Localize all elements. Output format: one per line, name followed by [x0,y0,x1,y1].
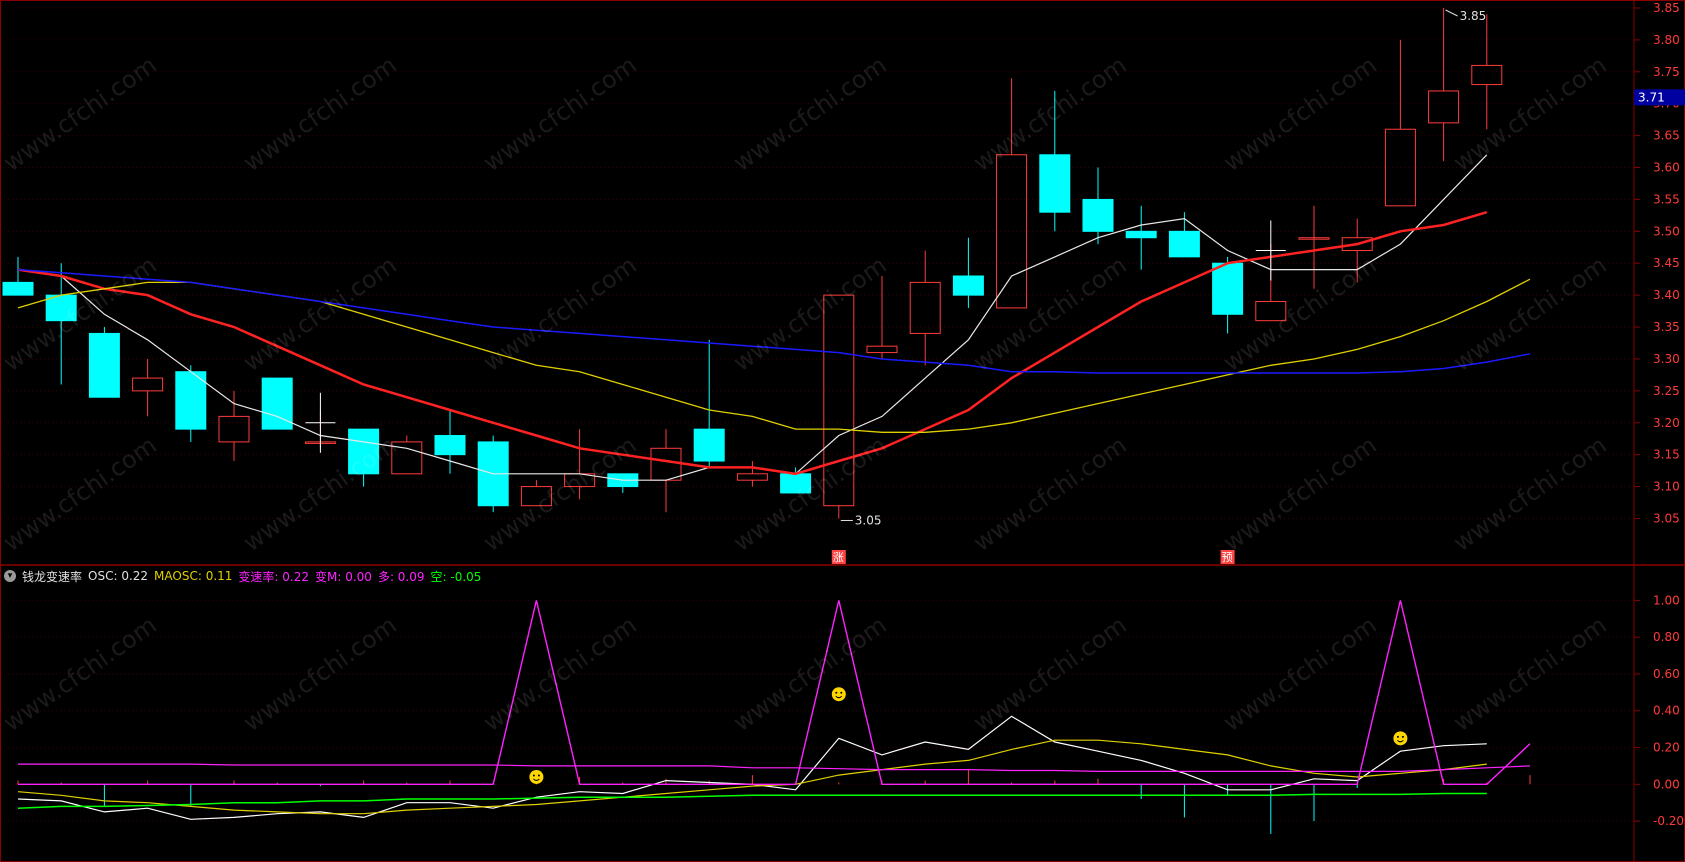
y-tick-label: 0.60 [1653,667,1680,681]
y-tick-label: 3.05 [1653,511,1680,525]
y-tick-label: 3.80 [1653,33,1680,47]
y-tick-label: 3.85 [1653,1,1680,15]
chevron-down-icon[interactable]: ▾ [4,570,16,582]
low-price-label: 3.05 [855,513,882,527]
y-tick-label: 3.20 [1653,416,1680,430]
smile-eye [835,691,838,694]
y-tick-label: 3.30 [1653,352,1680,366]
current-price-label: 3.71 [1638,90,1665,104]
y-tick-label: 1.00 [1653,593,1680,607]
y-tick-label: 3.15 [1653,448,1680,462]
candle-body [1082,198,1114,232]
signal-marker-label: 涨 [833,551,844,564]
candle-body [434,435,466,456]
y-tick-label: 0.20 [1653,741,1680,755]
y-tick-label: 0.80 [1653,630,1680,644]
smile-eye [1401,735,1404,738]
candle-body [2,281,34,296]
maosc-value: MAOSC: 0.11 [154,569,233,583]
high-price-label: 3.85 [1460,9,1487,23]
candle-body [1168,230,1200,258]
candle-body [1212,262,1244,315]
y-tick-label: -0.20 [1653,814,1684,828]
smile-icon [1393,731,1408,746]
smile-face [1393,731,1408,746]
y-tick-label: 3.50 [1653,224,1680,238]
bull-value: 多: 0.09 [377,569,425,584]
candle-body [175,371,207,430]
candle-body [780,473,812,494]
smile-face [831,687,846,702]
y-tick-label: 3.65 [1653,129,1680,143]
y-tick-label: 3.55 [1653,192,1680,206]
y-tick-label: 3.35 [1653,320,1680,334]
smile-icon [831,687,846,702]
smile-eye [537,774,540,777]
candle-body [1039,154,1071,213]
y-tick-label: 3.60 [1653,161,1680,175]
bear-value: 空: -0.05 [430,569,482,584]
candle [88,327,120,398]
smile-icon [529,769,544,784]
y-tick-label: 3.75 [1653,65,1680,79]
candle-body [1125,230,1157,239]
chart-background [0,0,1685,862]
smile-eye [840,691,843,694]
y-tick-label: 0.40 [1653,704,1680,718]
candle-body [88,332,120,398]
candle-body [45,294,77,322]
y-tick-label: 0.00 [1653,777,1680,791]
stock-chart[interactable]: 3.05 3.10 3.15 3.20 3.25 3.30 3.35 3.40 3.45 3.50… [0,0,1685,862]
signal-marker-label: 预 [1222,551,1233,564]
rate-m-value: 变M: 0.00 [315,569,372,584]
y-tick-label: 3.40 [1653,288,1680,302]
indicator-header: ▾ 钱龙变速率 OSC: 0.22 MAOSC: 0.11 变速率: 0.22 … [4,568,487,584]
smile-eye [532,774,535,777]
smile-eye [1396,735,1399,738]
osc-value: OSC: 0.22 [88,569,149,583]
indicator-name[interactable]: 钱龙变速率 [22,568,82,585]
y-tick-label: 3.25 [1653,384,1680,398]
rate-value: 变速率: 0.22 [238,569,309,584]
smile-face [529,769,544,784]
y-tick-label: 3.10 [1653,480,1680,494]
candle-body [348,428,380,475]
y-tick-label: 3.45 [1653,256,1680,270]
candle-body [693,428,725,462]
candle-body [952,275,984,296]
